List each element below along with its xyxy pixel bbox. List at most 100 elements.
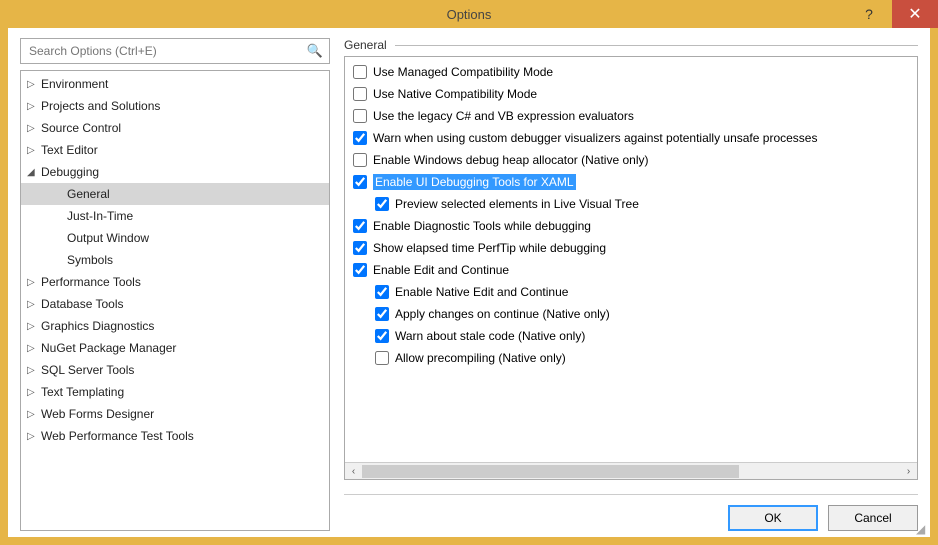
option-row[interactable]: Show elapsed time PerfTip while debuggin…	[345, 237, 917, 259]
option-label: Enable UI Debugging Tools for XAML	[373, 174, 576, 190]
tree-item[interactable]: ▷Projects and Solutions	[21, 95, 329, 117]
tree-item-label: Symbols	[67, 253, 113, 267]
tree-item[interactable]: ▷Source Control	[21, 117, 329, 139]
tree-item[interactable]: ▷Performance Tools	[21, 271, 329, 293]
option-label: Use Native Compatibility Mode	[373, 87, 537, 101]
tree-item[interactable]: ◢Debugging	[21, 161, 329, 183]
caret-collapsed-icon[interactable]: ▷	[27, 365, 41, 376]
search-icon: 🔍	[307, 43, 323, 59]
option-checkbox[interactable]	[353, 131, 367, 145]
tree-item-label: Projects and Solutions	[41, 99, 160, 113]
option-label: Apply changes on continue (Native only)	[395, 307, 610, 321]
window-controls: ? ✕	[846, 0, 938, 28]
option-checkbox[interactable]	[353, 219, 367, 233]
horizontal-scrollbar[interactable]: ‹ ›	[345, 462, 917, 479]
titlebar: Options ? ✕	[0, 0, 938, 28]
tree-item[interactable]: Symbols	[21, 249, 329, 271]
tree-item-label: SQL Server Tools	[41, 363, 134, 377]
option-checkbox[interactable]	[353, 175, 367, 189]
caret-collapsed-icon[interactable]: ▷	[27, 431, 41, 442]
tree-item-label: Text Templating	[41, 385, 124, 399]
tree-item[interactable]: ▷Database Tools	[21, 293, 329, 315]
cancel-button[interactable]: Cancel	[828, 505, 918, 531]
search-input[interactable]	[27, 43, 307, 59]
resize-grip-icon[interactable]: ◢	[916, 523, 928, 535]
scroll-track[interactable]	[362, 463, 900, 479]
tree-item[interactable]: ▷Environment	[21, 73, 329, 95]
tree-item[interactable]: ▷Graphics Diagnostics	[21, 315, 329, 337]
option-checkbox[interactable]	[375, 307, 389, 321]
scroll-left-icon[interactable]: ‹	[345, 466, 362, 477]
caret-collapsed-icon[interactable]: ▷	[27, 101, 41, 112]
tree-item[interactable]: ▷Web Forms Designer	[21, 403, 329, 425]
tree-item[interactable]: ▷NuGet Package Manager	[21, 337, 329, 359]
option-row[interactable]: Use Native Compatibility Mode	[345, 83, 917, 105]
caret-collapsed-icon[interactable]: ▷	[27, 277, 41, 288]
caret-collapsed-icon[interactable]: ▷	[27, 343, 41, 354]
help-button[interactable]: ?	[846, 0, 892, 28]
option-row[interactable]: Use Managed Compatibility Mode	[345, 61, 917, 83]
option-label: Preview selected elements in Live Visual…	[395, 197, 639, 211]
caret-collapsed-icon[interactable]: ▷	[27, 387, 41, 398]
option-label: Enable Edit and Continue	[373, 263, 509, 277]
tree-item-label: Debugging	[41, 165, 99, 179]
option-checkbox[interactable]	[353, 241, 367, 255]
options-panel: Use Managed Compatibility Mode Use Native…	[344, 56, 918, 480]
tree-item[interactable]: Just-In-Time	[21, 205, 329, 227]
option-row[interactable]: Enable Edit and Continue	[345, 259, 917, 281]
option-checkbox[interactable]	[353, 65, 367, 79]
option-row[interactable]: Allow precompiling (Native only)	[345, 347, 917, 369]
scroll-thumb[interactable]	[362, 465, 739, 478]
option-label: Enable Windows debug heap allocator (Nat…	[373, 153, 649, 167]
section-header: General	[344, 38, 918, 52]
option-checkbox[interactable]	[353, 109, 367, 123]
tree-item-label: Graphics Diagnostics	[41, 319, 154, 333]
tree-item[interactable]: ▷Text Editor	[21, 139, 329, 161]
option-checkbox[interactable]	[375, 329, 389, 343]
section-title-label: General	[344, 38, 387, 52]
ok-button[interactable]: OK	[728, 505, 818, 531]
caret-collapsed-icon[interactable]: ▷	[27, 299, 41, 310]
option-label: Enable Diagnostic Tools while debugging	[373, 219, 591, 233]
tree-item-label: General	[67, 187, 110, 201]
option-checkbox[interactable]	[375, 197, 389, 211]
close-button[interactable]: ✕	[892, 0, 938, 28]
option-checkbox[interactable]	[375, 351, 389, 365]
option-checkbox[interactable]	[375, 285, 389, 299]
tree-item-label: NuGet Package Manager	[41, 341, 176, 355]
search-box[interactable]: 🔍	[20, 38, 330, 64]
caret-collapsed-icon[interactable]: ▷	[27, 321, 41, 332]
right-pane: General Use Managed Compatibility ModeUs…	[344, 38, 918, 531]
option-label: Use Managed Compatibility Mode	[373, 65, 553, 79]
option-row[interactable]: Enable Native Edit and Continue	[345, 281, 917, 303]
option-checkbox[interactable]	[353, 153, 367, 167]
caret-expanded-icon[interactable]: ◢	[27, 167, 41, 178]
option-row[interactable]: Apply changes on continue (Native only)	[345, 303, 917, 325]
tree-item-label: Database Tools	[41, 297, 124, 311]
option-row[interactable]: Enable UI Debugging Tools for XAML	[345, 171, 917, 193]
caret-collapsed-icon[interactable]: ▷	[27, 409, 41, 420]
tree-item[interactable]: ▷SQL Server Tools	[21, 359, 329, 381]
tree-item[interactable]: Output Window	[21, 227, 329, 249]
option-row[interactable]: Enable Diagnostic Tools while debugging	[345, 215, 917, 237]
option-label: Warn when using custom debugger visualiz…	[373, 131, 817, 145]
option-row[interactable]: Warn when using custom debugger visualiz…	[345, 127, 917, 149]
tree-item[interactable]: ▷Web Performance Test Tools	[21, 425, 329, 447]
tree-item[interactable]: General	[21, 183, 329, 205]
option-row[interactable]: Use the legacy C# and VB expression eval…	[345, 105, 917, 127]
option-row[interactable]: Preview selected elements in Live Visual…	[345, 193, 917, 215]
options-dialog: Options ? ✕ 🔍 ▷Environment▷Projects and …	[0, 0, 938, 545]
options-list[interactable]: Use Managed Compatibility Mode Use Native…	[345, 57, 917, 462]
options-tree[interactable]: ▷Environment▷Projects and Solutions▷Sour…	[20, 70, 330, 531]
scroll-right-icon[interactable]: ›	[900, 466, 917, 477]
tree-item-label: Performance Tools	[41, 275, 141, 289]
caret-collapsed-icon[interactable]: ▷	[27, 145, 41, 156]
option-row[interactable]: Enable Windows debug heap allocator (Nat…	[345, 149, 917, 171]
option-checkbox[interactable]	[353, 87, 367, 101]
option-row[interactable]: Warn about stale code (Native only)	[345, 325, 917, 347]
caret-collapsed-icon[interactable]: ▷	[27, 123, 41, 134]
tree-item[interactable]: ▷Text Templating	[21, 381, 329, 403]
caret-collapsed-icon[interactable]: ▷	[27, 79, 41, 90]
option-label: Show elapsed time PerfTip while debuggin…	[373, 241, 606, 255]
option-checkbox[interactable]	[353, 263, 367, 277]
